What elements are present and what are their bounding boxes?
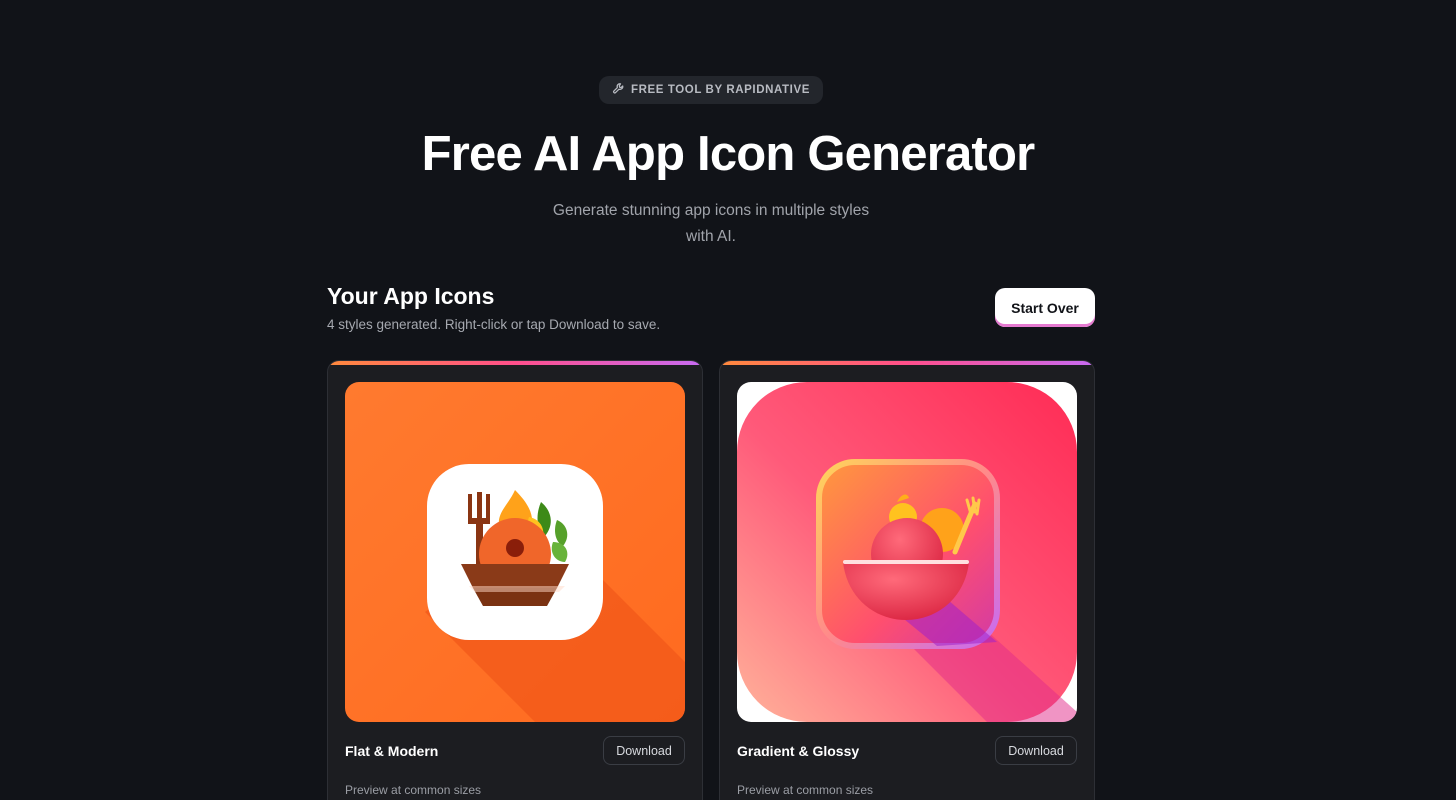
icon-preview-image[interactable] [737, 382, 1077, 722]
results-description: 4 styles generated. Right-click or tap D… [327, 317, 661, 332]
icon-card-gradient-glossy: Gradient & Glossy Download Preview at co… [719, 360, 1095, 800]
icon-preview-image[interactable] [345, 382, 685, 722]
page-title: Free AI App Icon Generator [421, 127, 1035, 181]
icon-style-name: Gradient & Glossy [737, 743, 860, 759]
download-button[interactable]: Download [995, 736, 1077, 765]
card-accent-bar [720, 361, 1094, 365]
icon-style-name: Flat & Modern [345, 743, 439, 759]
badge-label: FREE TOOL BY RAPIDNATIVE [630, 84, 811, 96]
wrench-icon [612, 82, 625, 98]
food-bowl-icon [345, 382, 685, 722]
preview-sizes-label: Preview at common sizes [737, 783, 874, 797]
page-subtitle: Generate stunning app icons in multiple … [552, 202, 870, 245]
results-heading: Your App Icons [327, 283, 495, 309]
icon-card-flat-modern: Flat & Modern Download Preview at common… [327, 360, 703, 800]
app-icon-generator-page: FREE TOOL BY RAPIDNATIVE Free AI App Ico… [0, 0, 1456, 800]
card-accent-bar [328, 361, 702, 365]
free-tool-badge: FREE TOOL BY RAPIDNATIVE [599, 76, 823, 104]
food-bowl-icon [737, 382, 1077, 722]
download-button[interactable]: Download [603, 736, 685, 765]
preview-sizes-label: Preview at common sizes [345, 783, 482, 797]
start-over-button[interactable]: Start Over [995, 288, 1095, 327]
